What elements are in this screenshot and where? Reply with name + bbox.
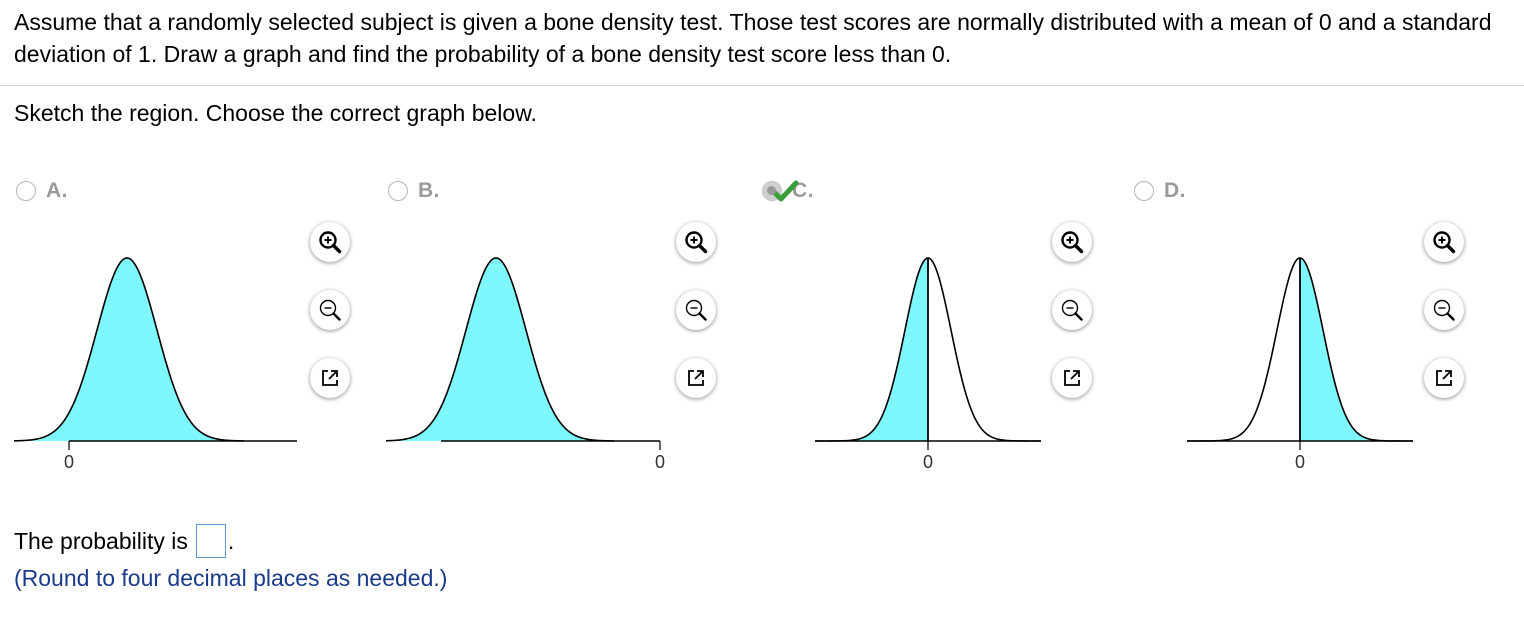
option-b-zoom-in-button[interactable]	[676, 222, 716, 262]
option-d-tick-label: 0	[1294, 452, 1305, 472]
option-c-zoom-in-button[interactable]	[1052, 222, 1092, 262]
answer-label: The probability is	[14, 528, 188, 554]
open-new-window-icon	[688, 370, 704, 386]
option-a-radio[interactable]	[16, 181, 36, 201]
open-new-window-icon	[1436, 370, 1452, 386]
option-b-graph	[386, 257, 661, 450]
option-a[interactable]: A. 0	[14, 170, 386, 480]
zoom-out-icon	[1061, 299, 1083, 321]
instruction-text: Sketch the region. Choose the correct gr…	[14, 100, 537, 126]
open-new-window-icon	[1064, 370, 1080, 386]
option-d-graph	[1187, 257, 1413, 450]
probability-input[interactable]	[195, 524, 226, 558]
option-a-letter: A.	[46, 179, 68, 202]
option-b-radio[interactable]	[388, 181, 408, 201]
answer-row: The probability is .	[14, 524, 234, 558]
zoom-in-icon	[319, 231, 342, 254]
option-b-radio-row[interactable]: B.	[388, 174, 440, 208]
option-b-open-window-button[interactable]	[676, 358, 716, 398]
option-a-open-window-button[interactable]	[310, 358, 350, 398]
zoom-in-icon	[685, 231, 708, 254]
option-b-letter: B.	[418, 179, 440, 202]
option-d-zoom-in-button[interactable]	[1424, 222, 1464, 262]
option-b[interactable]: B. 0	[386, 170, 758, 480]
answer-suffix: .	[227, 528, 235, 554]
option-c-open-window-button[interactable]	[1052, 358, 1092, 398]
option-a-zoom-out-button[interactable]	[310, 290, 350, 330]
option-b-zoom-out-button[interactable]	[676, 290, 716, 330]
question-text: Assume that a randomly selected subject …	[14, 9, 1492, 67]
option-d[interactable]: D. 0	[1132, 170, 1504, 480]
option-a-zoom-in-button[interactable]	[310, 222, 350, 262]
green-checkmark-icon	[771, 180, 799, 202]
option-d-radio[interactable]	[1134, 181, 1154, 201]
option-d-radio-row[interactable]: D.	[1134, 174, 1186, 208]
option-c-graph	[815, 257, 1041, 450]
option-a-graph	[14, 257, 297, 450]
option-b-tick-label: 0	[654, 452, 665, 472]
option-c-zoom-out-button[interactable]	[1052, 290, 1092, 330]
rounding-hint: (Round to four decimal places as needed.…	[14, 565, 448, 591]
zoom-out-icon	[685, 299, 707, 321]
option-d-zoom-out-button[interactable]	[1424, 290, 1464, 330]
option-a-tick-label: 0	[63, 452, 74, 472]
option-d-open-window-button[interactable]	[1424, 358, 1464, 398]
option-c-radio-row[interactable]: C.	[762, 174, 814, 208]
zoom-out-icon	[319, 299, 341, 321]
option-d-letter: D.	[1164, 179, 1186, 202]
option-a-radio-row[interactable]: A.	[16, 174, 68, 208]
open-new-window-icon	[322, 370, 338, 386]
zoom-in-icon	[1433, 231, 1456, 254]
zoom-out-icon	[1433, 299, 1455, 321]
option-c[interactable]: C. 0	[760, 170, 1132, 480]
option-c-radio[interactable]	[762, 180, 799, 202]
option-c-tick-label: 0	[922, 452, 933, 472]
zoom-in-icon	[1061, 231, 1084, 254]
divider	[0, 85, 1524, 86]
